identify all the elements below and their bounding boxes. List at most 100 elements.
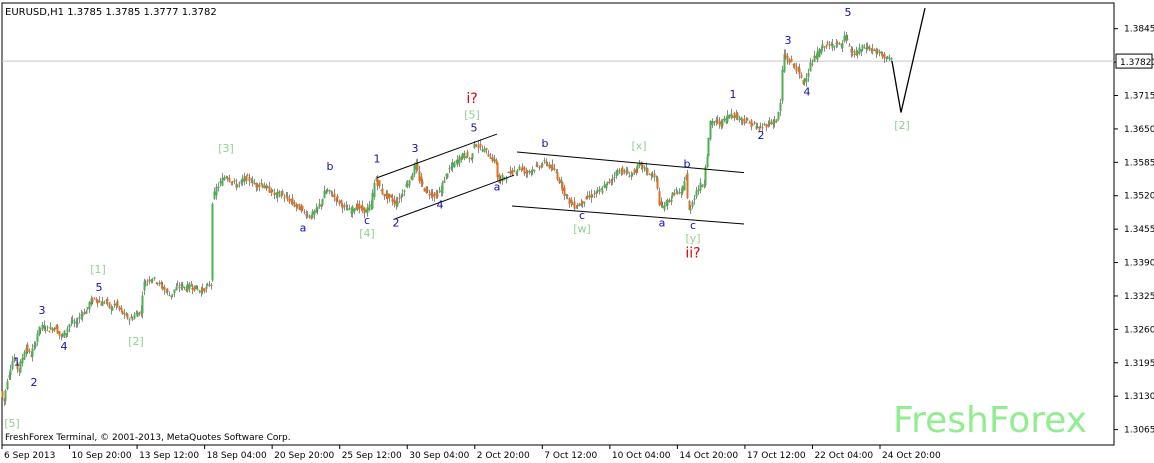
candle bbox=[6, 378, 9, 391]
candle bbox=[245, 175, 248, 185]
candle-body bbox=[721, 119, 724, 126]
candle-body bbox=[111, 307, 114, 311]
candle bbox=[108, 301, 111, 309]
y-tick-label: 1.3715 bbox=[1124, 92, 1154, 102]
candle-body bbox=[381, 188, 384, 195]
candle-body bbox=[786, 55, 789, 61]
candle-body bbox=[793, 63, 796, 68]
candle bbox=[211, 202, 214, 282]
candle bbox=[23, 350, 26, 360]
candle-body bbox=[21, 357, 24, 364]
candle bbox=[683, 176, 686, 191]
candle bbox=[41, 321, 44, 332]
candle bbox=[561, 181, 564, 195]
candle bbox=[765, 123, 768, 132]
candle bbox=[281, 189, 284, 196]
wave-label: c bbox=[364, 214, 370, 227]
candle-body bbox=[73, 322, 76, 324]
candle-body bbox=[858, 47, 861, 54]
candle-body bbox=[731, 116, 734, 118]
candle-body bbox=[861, 45, 864, 49]
candle-body bbox=[158, 282, 161, 284]
candle bbox=[341, 203, 344, 213]
candle-body bbox=[361, 205, 364, 211]
candle bbox=[63, 330, 66, 338]
candle-body bbox=[479, 143, 482, 147]
y-tick-label: 1.3585 bbox=[1124, 158, 1154, 168]
candle bbox=[666, 198, 669, 210]
candle-body bbox=[458, 156, 461, 164]
candle-body bbox=[753, 122, 756, 125]
candle bbox=[485, 147, 488, 155]
candle bbox=[628, 171, 631, 178]
candle-body bbox=[228, 178, 231, 182]
candle bbox=[543, 157, 546, 164]
candle-body bbox=[676, 191, 679, 193]
candle-body bbox=[166, 289, 169, 292]
candle-body bbox=[825, 45, 828, 47]
candle bbox=[93, 297, 96, 300]
candle bbox=[88, 300, 91, 314]
x-tick-label: 25 Sep 12:00 bbox=[342, 451, 402, 461]
candle bbox=[217, 182, 220, 192]
candle-body bbox=[213, 191, 216, 199]
candle bbox=[411, 172, 414, 181]
candle bbox=[738, 115, 741, 123]
candle bbox=[193, 285, 196, 292]
candle-body bbox=[836, 43, 839, 45]
candle bbox=[843, 31, 846, 43]
candle-body bbox=[283, 197, 286, 199]
candle bbox=[487, 150, 490, 157]
candle bbox=[388, 193, 391, 203]
candle-body bbox=[526, 170, 529, 173]
candle bbox=[795, 62, 798, 74]
wave-label: 3 bbox=[785, 34, 792, 47]
candle bbox=[4, 389, 7, 405]
candle-body bbox=[707, 137, 710, 157]
candle-body bbox=[871, 48, 874, 51]
candle bbox=[343, 202, 346, 211]
candle bbox=[786, 52, 789, 65]
candle bbox=[378, 180, 381, 189]
wave-label: b bbox=[542, 137, 549, 150]
candle-body bbox=[161, 285, 164, 290]
candle-body bbox=[133, 314, 136, 319]
candle-body bbox=[9, 369, 12, 376]
candle bbox=[603, 180, 606, 189]
candle bbox=[709, 120, 712, 141]
candle-body bbox=[675, 189, 678, 191]
candle bbox=[601, 186, 604, 195]
wave-label: [3] bbox=[218, 142, 234, 155]
candle-body bbox=[340, 200, 343, 203]
candle-body bbox=[471, 153, 474, 159]
candle-body bbox=[71, 319, 74, 322]
candle-body bbox=[313, 210, 316, 215]
candle-body bbox=[341, 204, 344, 209]
candle-body bbox=[873, 49, 876, 51]
candle-body bbox=[203, 288, 206, 292]
x-tick-label: 20 Sep 20:00 bbox=[274, 451, 334, 461]
candle bbox=[288, 194, 291, 204]
candle-body bbox=[188, 283, 191, 289]
candle-body bbox=[193, 285, 196, 291]
price-chart[interactable]: [5]12345[1][2][3]abc[4]12345[5]i?abc[w][… bbox=[0, 0, 1154, 463]
candle bbox=[213, 187, 216, 200]
candle-body bbox=[481, 149, 484, 152]
candle-body bbox=[463, 152, 466, 159]
y-tick-label: 1.3845 bbox=[1124, 25, 1154, 35]
candle-body bbox=[351, 206, 354, 214]
x-tick-label: 14 Oct 20:00 bbox=[679, 451, 738, 461]
candle-body bbox=[477, 146, 480, 149]
candle-body bbox=[156, 282, 159, 284]
candle-body bbox=[611, 178, 614, 180]
candle-body bbox=[58, 331, 61, 336]
candle-body bbox=[4, 390, 7, 401]
candle-body bbox=[561, 182, 564, 191]
candle-body bbox=[401, 193, 404, 196]
candle bbox=[823, 46, 826, 52]
candle bbox=[553, 163, 556, 172]
candle-body bbox=[485, 147, 488, 150]
wave-label: 3 bbox=[39, 304, 46, 317]
candle bbox=[816, 46, 819, 63]
candle-body bbox=[175, 287, 178, 291]
